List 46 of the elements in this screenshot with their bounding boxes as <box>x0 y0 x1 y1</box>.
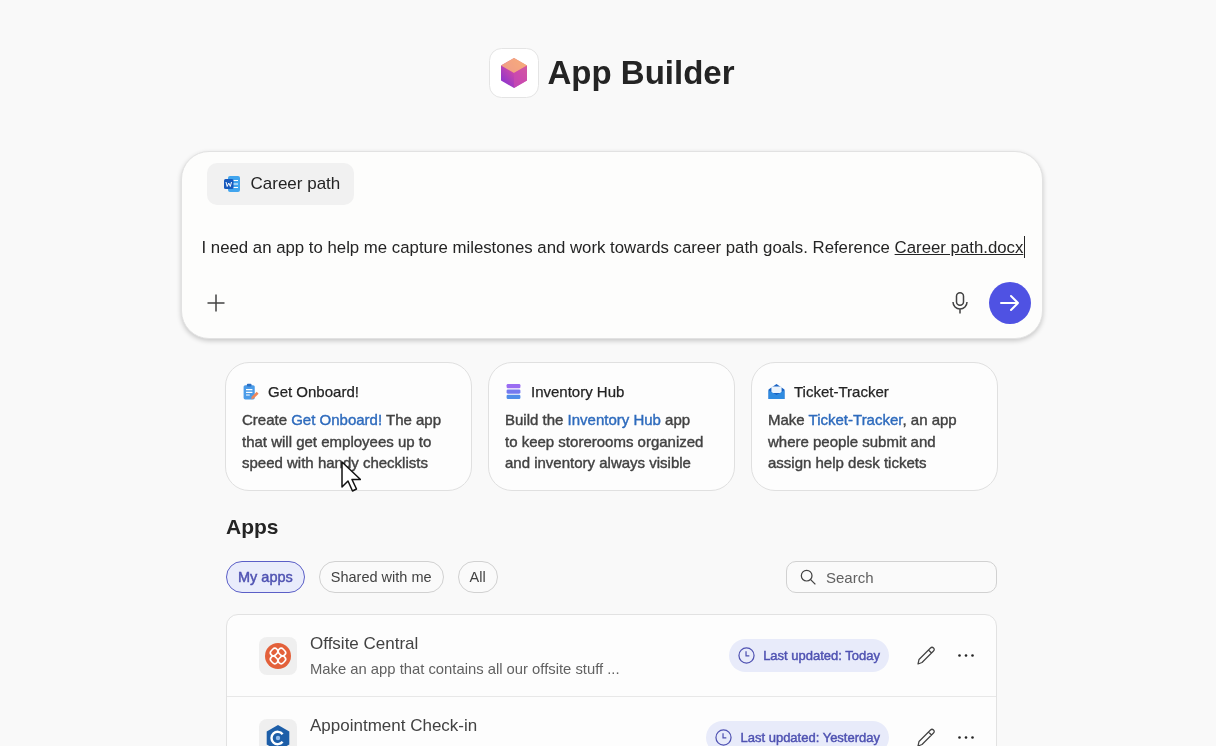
document-icon <box>222 175 241 193</box>
app-name: Offsite Central <box>310 632 420 655</box>
arrow-icon <box>999 293 1020 313</box>
last-updated-text: Last updated: Yesterday <box>740 730 880 745</box>
pencil-icon <box>916 727 936 746</box>
send-button[interactable] <box>988 282 1031 324</box>
suggestion-card[interactable]: Ticket-Tracker Make Ticket-Tracker, an app where people submit and assign help desk tickets <box>751 362 998 491</box>
prompt-field[interactable]: Career path I need an app to help me capture milestones and work towards career path goals. Reference Career path.docx <box>180 151 1043 339</box>
section-heading: Apps <box>226 514 280 540</box>
app-name: Appointment Check-in <box>310 714 479 737</box>
add-button[interactable] <box>206 294 225 312</box>
filter-tab[interactable]: My apps <box>226 561 305 593</box>
search-icon <box>800 569 816 585</box>
search-field[interactable]: Search <box>786 561 997 593</box>
plus-icon <box>206 294 225 312</box>
filter-tab[interactable]: All <box>457 561 498 593</box>
envelope-icon <box>768 382 785 400</box>
app-list-item[interactable]: Appointment Check-in Last updated: Yesterday <box>227 697 996 746</box>
suggestion-text: Make Ticket-Tracker, an app where people submit and assign help desk tickets <box>768 410 958 473</box>
app-logo <box>488 48 539 98</box>
app-title: App Builder <box>547 53 735 93</box>
knot-icon <box>259 636 297 675</box>
more-icon <box>958 654 974 657</box>
suggestion-text: Build the Inventory Hub app to keep storerooms organized and inventory always visible <box>505 410 705 473</box>
edit-button[interactable] <box>916 645 936 666</box>
text-cursor <box>1024 236 1026 258</box>
filter-tab[interactable]: Shared with me <box>318 561 444 593</box>
clock-icon <box>715 729 733 746</box>
app-description: Make an app that contains all our offsite stuff ... <box>310 659 621 679</box>
microphone-icon <box>951 292 968 314</box>
edit-button[interactable] <box>916 727 936 746</box>
file-link[interactable]: Career path.docx <box>894 238 1024 257</box>
suggestion-title: Ticket-Tracker <box>794 382 889 400</box>
stack-icon <box>505 382 522 400</box>
microphone-button[interactable] <box>951 292 968 314</box>
app-list-item[interactable]: Offsite Central Make an app that contains all our offsite stuff ... Last updated: Today <box>227 615 996 697</box>
prompt-text[interactable]: I need an app to help me capture milestones and work towards career path goals. Reference Career path.docx <box>201 236 1031 260</box>
suggestion-title: Get Onboard! <box>268 382 359 400</box>
clipboard-icon <box>242 382 259 400</box>
pencil-icon <box>916 645 936 666</box>
more-icon <box>958 736 974 739</box>
suggestion-card[interactable]: Inventory Hub Build the Inventory Hub app to keep storerooms organized and inventory always visible <box>488 362 735 491</box>
attachment-chip[interactable]: Career path <box>206 163 355 205</box>
last-updated-text: Last updated: Today <box>763 648 880 663</box>
suggestion-title: Inventory Hub <box>531 382 625 400</box>
clock-icon <box>738 647 756 664</box>
